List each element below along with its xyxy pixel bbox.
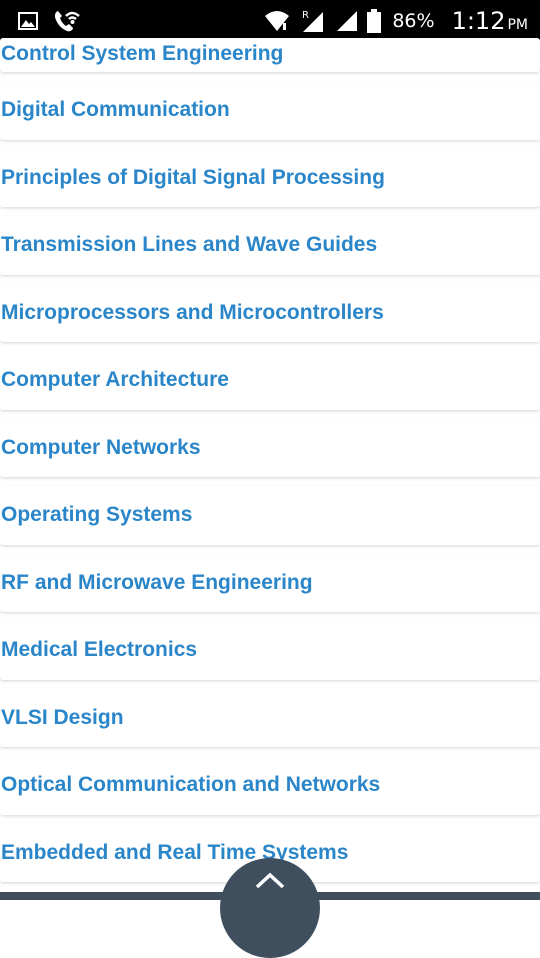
list-item[interactable]: Medical Electronics	[0, 621, 540, 680]
list-item-label[interactable]: Microprocessors and Microcontrollers	[0, 301, 384, 325]
status-bar-right: R 86% 1:12PM	[264, 0, 528, 42]
list-item-label[interactable]: Control System Engineering	[0, 42, 283, 66]
signal-icon	[334, 9, 358, 33]
clock-ampm: PM	[507, 17, 528, 33]
list-item-label[interactable]: Computer Architecture	[0, 368, 229, 392]
list-item-label[interactable]: Computer Networks	[0, 436, 201, 460]
list-item[interactable]: RF and Microwave Engineering	[0, 553, 540, 612]
roaming-signal-icon: R	[299, 8, 325, 34]
clock: 1:12PM	[452, 7, 528, 35]
list-item[interactable]: Optical Communication and Networks	[0, 756, 540, 815]
list-item[interactable]: Computer Architecture	[0, 351, 540, 410]
status-bar-left	[18, 0, 80, 42]
list-item-label[interactable]: RF and Microwave Engineering	[0, 571, 313, 595]
battery-percent: 86%	[392, 10, 434, 32]
chevron-up-icon[interactable]	[254, 870, 286, 895]
list-item[interactable]: Computer Networks	[0, 418, 540, 477]
list-item[interactable]: Operating Systems	[0, 486, 540, 545]
list-item-label[interactable]: Transmission Lines and Wave Guides	[0, 233, 377, 257]
list-item-label[interactable]: VLSI Design	[0, 706, 124, 730]
list-item-label[interactable]: Digital Communication	[0, 98, 230, 122]
list-item[interactable]: VLSI Design	[0, 688, 540, 747]
list-item-label[interactable]: Optical Communication and Networks	[0, 773, 380, 797]
list-item-label[interactable]: Medical Electronics	[0, 638, 197, 662]
battery-icon	[367, 9, 381, 33]
list-item-label[interactable]: Principles of Digital Signal Processing	[0, 166, 385, 190]
list-item[interactable]: Digital Communication	[0, 81, 540, 140]
status-bar: R 86% 1:12PM	[0, 0, 540, 42]
list-item[interactable]: Control System Engineering	[0, 38, 540, 72]
call-wifi-icon	[52, 8, 80, 34]
svg-text:R: R	[302, 10, 309, 21]
clock-time: 1:12	[452, 7, 506, 35]
list-item[interactable]: Transmission Lines and Wave Guides	[0, 216, 540, 275]
image-icon	[18, 12, 38, 30]
list-item[interactable]: Microprocessors and Microcontrollers	[0, 283, 540, 342]
list-item-label[interactable]: Embedded and Real Time Systems	[0, 841, 348, 865]
wifi-icon	[264, 10, 290, 32]
list-item-label[interactable]: Operating Systems	[0, 503, 192, 527]
list-item[interactable]: Principles of Digital Signal Processing	[0, 148, 540, 207]
subject-list: Control System Engineering Digital Commu…	[0, 38, 540, 900]
